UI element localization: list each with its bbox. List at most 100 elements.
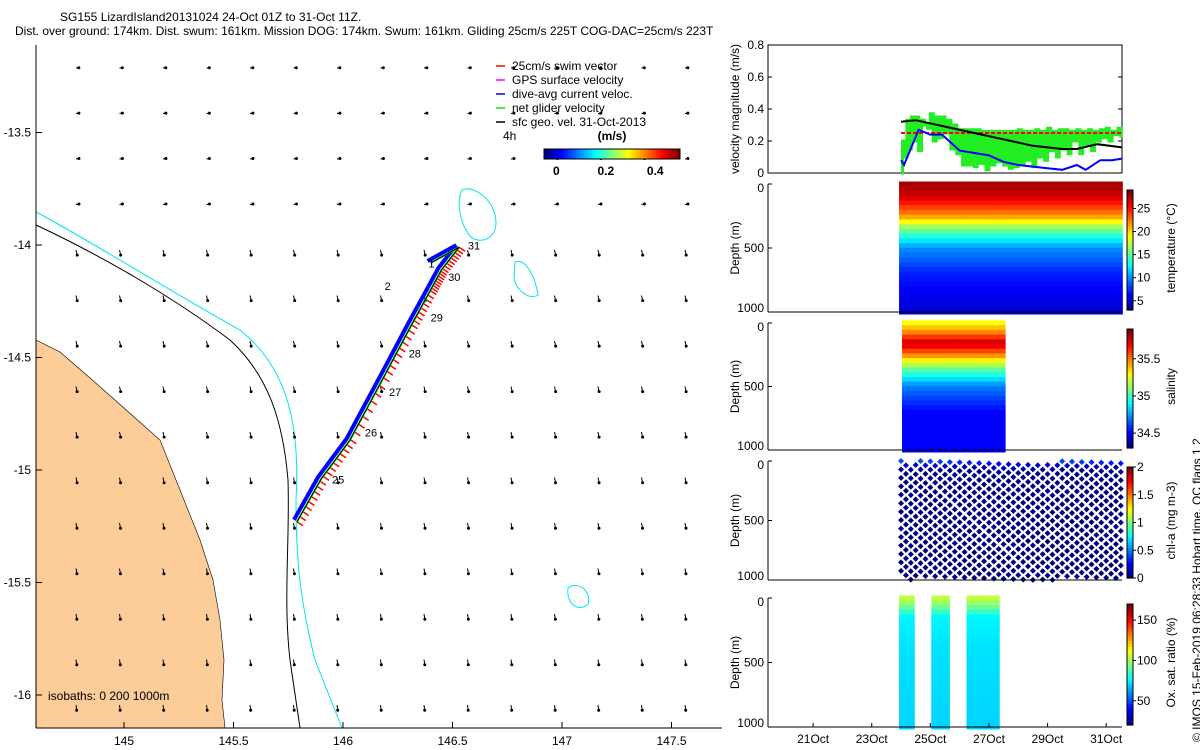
data-point: [1118, 209, 1123, 215]
swim-vector: [448, 259, 456, 266]
arrow-head: [553, 708, 557, 712]
arrow-head: [206, 299, 210, 303]
arrow-head: [554, 435, 558, 439]
data-point: [1118, 295, 1123, 301]
day-label: 31: [468, 241, 480, 253]
arrow-head: [205, 708, 209, 712]
arrow-head: [684, 572, 688, 576]
arrow-head: [162, 344, 166, 348]
legend-label: sfc geo. vel. 31-Oct-2013: [512, 115, 646, 129]
arrow-head: [205, 526, 209, 530]
swim-vector: [302, 510, 310, 517]
arrow-head: [292, 572, 296, 576]
arrow-head: [206, 253, 210, 257]
arrow-head: [466, 708, 470, 712]
colorbar-cell: [674, 149, 677, 159]
arrow-head: [467, 390, 471, 394]
colorbar-cell: [634, 149, 637, 159]
x-tick-label: 147: [552, 734, 572, 748]
colorbar-cell: [582, 149, 585, 159]
arrow-head: [380, 481, 384, 485]
arrow-head: [510, 344, 514, 348]
arrow-head: [425, 202, 429, 206]
y-tick-label: -16: [14, 688, 32, 702]
colorbar-cell: [620, 149, 623, 159]
arrow-head: [207, 111, 211, 115]
colorbar-cell: [562, 149, 565, 159]
arrow-head: [554, 253, 558, 257]
colorbar-tick-label: 20: [1137, 225, 1151, 239]
swim-vector: [392, 358, 400, 365]
arrow-head: [686, 66, 690, 70]
arrow-head: [162, 299, 166, 303]
arrow-head: [423, 390, 427, 394]
legend-label: net glider velocity: [512, 101, 605, 115]
arrow-head: [162, 572, 166, 576]
arrow-head: [553, 572, 557, 576]
y-tick-label: 0.6: [747, 70, 764, 84]
swim-vector: [420, 307, 428, 313]
colorbar-cell: [646, 149, 649, 159]
arrow-head: [292, 617, 296, 621]
data-point: [1118, 195, 1123, 201]
colorbar-cell: [662, 149, 665, 159]
data-point: [1118, 205, 1123, 211]
arrow-head: [555, 202, 559, 206]
colorbar-cell: [670, 149, 673, 159]
swim-vector: [346, 444, 354, 450]
arrow-head: [338, 111, 342, 115]
arrow-head: [118, 617, 122, 621]
arrow-head: [512, 157, 516, 161]
y-tick-label: 0.8: [747, 38, 764, 52]
arrow-head: [423, 708, 427, 712]
colorbar-cell: [636, 149, 639, 159]
swim-vector: [374, 392, 382, 398]
colorbar-tick-label: 15: [1137, 248, 1151, 262]
colorbar-cell: [550, 149, 553, 159]
colorbar-cell: [546, 149, 549, 159]
arrow-head: [162, 526, 166, 530]
arrow-head: [641, 435, 645, 439]
arrow-head: [336, 526, 340, 530]
day-label: 26: [365, 427, 377, 439]
swim-vector: [329, 466, 337, 472]
arrow-head: [641, 390, 645, 394]
colorbar-cell: [568, 149, 571, 159]
arrow-head: [597, 526, 601, 530]
arrow-head: [510, 253, 514, 257]
arrow-head: [119, 390, 123, 394]
colorbar-cell: [630, 149, 633, 159]
arrow-head: [381, 202, 385, 206]
arrow-head: [467, 299, 471, 303]
colorbar-cell: [668, 149, 671, 159]
reef-outline: [458, 188, 497, 241]
arrow-head: [164, 111, 168, 115]
arrow-head: [684, 253, 688, 257]
arrow-head: [467, 253, 471, 257]
arrow-head: [510, 526, 514, 530]
arrow-head: [120, 202, 124, 206]
colorbar-cell: [552, 149, 555, 159]
day-label: 30: [448, 272, 460, 284]
swim-vector: [370, 400, 378, 406]
arrow-head: [380, 344, 384, 348]
colorbar-cell: [590, 149, 593, 159]
arrow-head: [120, 157, 124, 161]
isobath-label: isobaths: 0 200 1000m: [48, 689, 169, 703]
arrow-head: [75, 481, 79, 485]
colorbar-cell: [586, 149, 589, 159]
arrow-head: [641, 299, 645, 303]
swim-vector: [339, 453, 347, 459]
arrow-head: [294, 111, 298, 115]
arrow-head: [249, 617, 253, 621]
reef-outline: [513, 260, 539, 297]
arrow-head: [686, 111, 690, 115]
arrow-head: [294, 202, 298, 206]
arrow-head: [75, 526, 79, 530]
colorbar-cell: [628, 149, 631, 159]
colorbar-cell: [614, 149, 617, 159]
land: [35, 339, 226, 729]
arrow-head: [251, 202, 255, 206]
arrow-head: [597, 617, 601, 621]
swim-vector: [415, 315, 423, 321]
